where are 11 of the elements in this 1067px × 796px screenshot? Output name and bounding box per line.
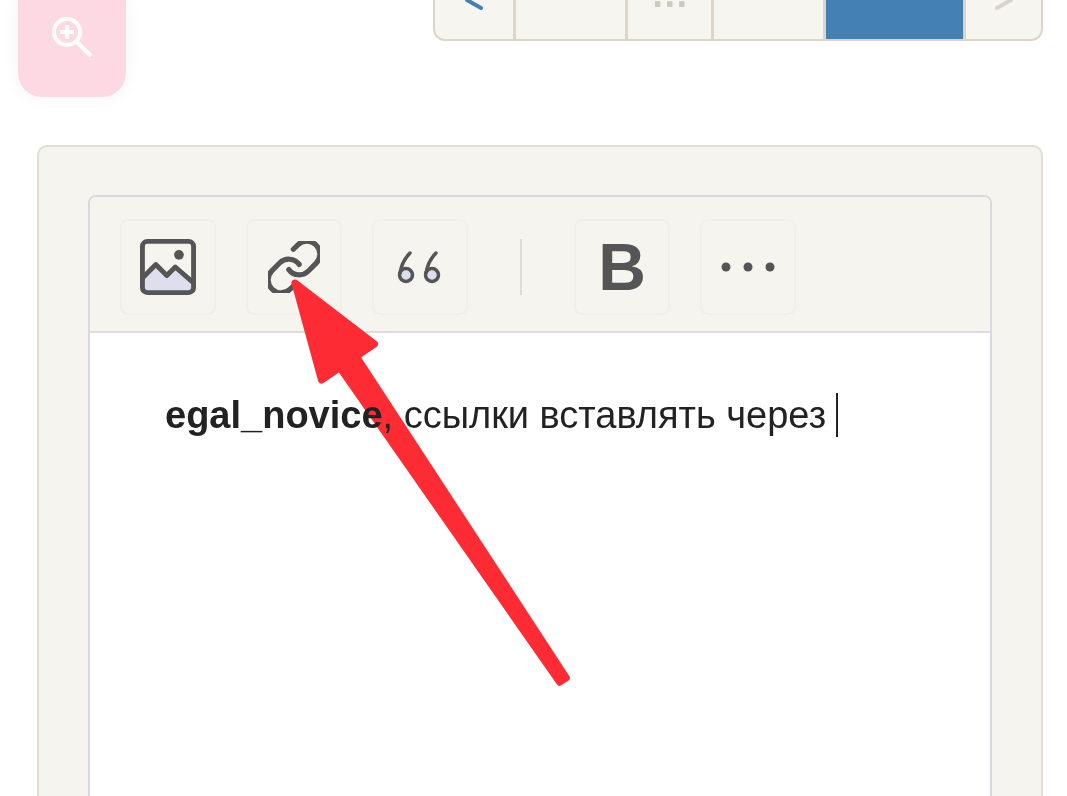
link-icon bbox=[268, 241, 320, 293]
bold-button[interactable]: B bbox=[574, 219, 670, 315]
more-options-button[interactable] bbox=[700, 219, 796, 315]
image-icon bbox=[140, 239, 196, 295]
more-icon bbox=[721, 262, 775, 272]
insert-link-button[interactable] bbox=[246, 219, 342, 315]
zoom-in-icon bbox=[50, 15, 94, 59]
quote-icon bbox=[397, 250, 443, 284]
insert-image-button[interactable] bbox=[120, 219, 216, 315]
quote-button[interactable] bbox=[372, 219, 468, 315]
page-ellipsis: … bbox=[625, 0, 712, 39]
